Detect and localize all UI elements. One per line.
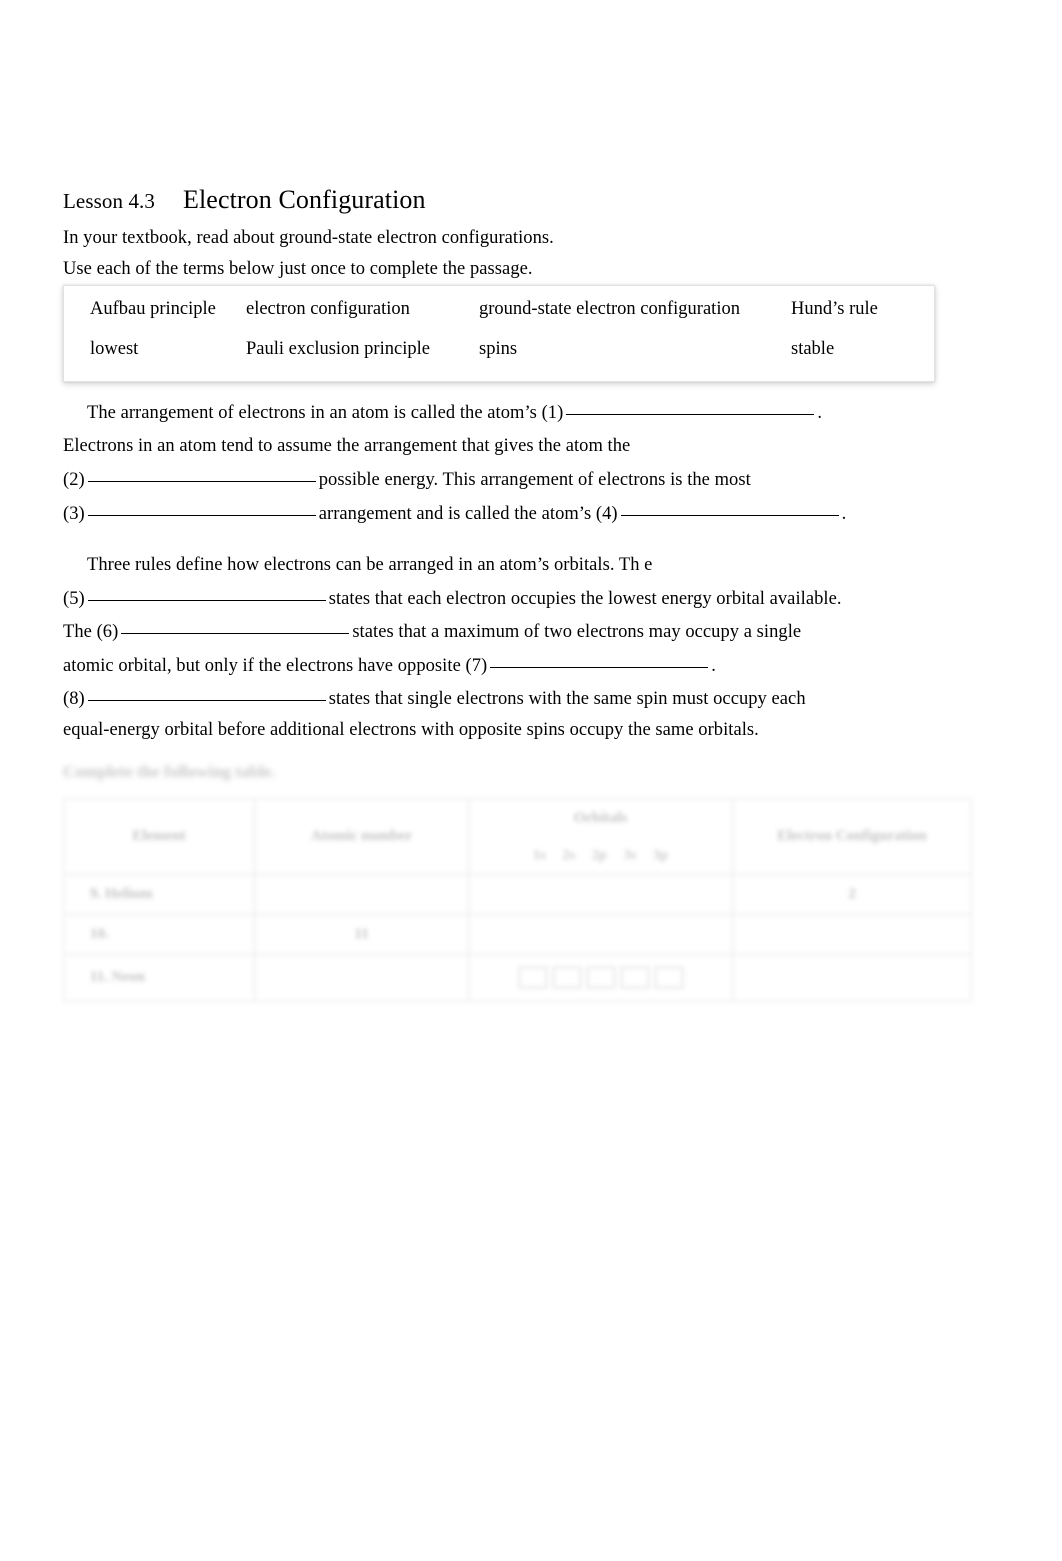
word-bank-row: Aufbau principle electron configuration … xyxy=(64,299,934,339)
passage-line: (8) states that single electrons with the… xyxy=(63,689,806,710)
word-bank-term: stable xyxy=(791,339,835,359)
table-row: 11. Neon xyxy=(63,953,972,1003)
passage-text: equal-energy orbital before additional e… xyxy=(63,720,759,740)
lesson-title: Electron Configuration xyxy=(183,185,426,214)
cell-configuration[interactable]: 2 xyxy=(732,874,972,915)
orbital-box[interactable] xyxy=(586,967,615,989)
passage-text: Electrons in an atom tend to assume the … xyxy=(63,436,631,456)
orbital-box[interactable] xyxy=(552,967,581,989)
passage-text: atomic orbital, but only if the electron… xyxy=(63,656,488,676)
passage-text: (8) xyxy=(63,689,85,709)
page-title: Lesson 4.3 Electron Configuration xyxy=(63,185,426,215)
cell-orbitals[interactable] xyxy=(468,953,733,1003)
lesson-label: Lesson 4.3 xyxy=(63,189,155,213)
passage-text: . xyxy=(711,656,716,676)
answer-blank-4[interactable] xyxy=(620,515,839,516)
orbital-label: 3s xyxy=(623,847,637,863)
header-atomic-number: Atomic number xyxy=(254,797,469,876)
passage-text: The (6) xyxy=(63,622,119,642)
answer-blank-3[interactable] xyxy=(87,515,316,516)
passage-text: (5) xyxy=(63,589,85,609)
word-bank-row: lowest Pauli exclusion principle spins s… xyxy=(64,339,934,379)
passage-line: The arrangement of electrons in an atom … xyxy=(63,403,822,424)
passage-line: Electrons in an atom tend to assume the … xyxy=(63,436,630,457)
orbital-label: 3p xyxy=(653,847,668,863)
cell-configuration[interactable] xyxy=(732,914,972,955)
passage-text: (2) xyxy=(63,470,85,490)
answer-blank-2[interactable] xyxy=(87,481,316,482)
passage-text: possible energy. This arrangement of ele… xyxy=(318,470,751,490)
cell-atomic-number[interactable] xyxy=(254,874,469,915)
passage-text: states that each electron occupies the l… xyxy=(328,589,842,609)
orbital-label: 2p xyxy=(591,847,607,863)
cell-configuration[interactable] xyxy=(732,953,972,1003)
table-header-row: Element Atomic number Orbitals Electron … xyxy=(63,797,972,876)
word-bank-term: electron configuration xyxy=(246,299,410,319)
table-section-heading: Complete the following table. xyxy=(63,762,276,781)
passage-line: Three rules define how electrons can be … xyxy=(63,555,652,576)
header-electron-configuration: Electron Configuration xyxy=(732,797,972,876)
table-row: 9. Helium 2 xyxy=(63,874,972,915)
header-orbitals: Orbitals xyxy=(468,798,733,838)
passage-line: (5) states that each electron occupies th… xyxy=(63,589,842,610)
passage-text: (3) xyxy=(63,504,85,524)
answer-blank-1[interactable] xyxy=(566,414,815,415)
word-bank-term: spins xyxy=(479,339,518,359)
orbital-box[interactable] xyxy=(518,967,547,989)
cell-atomic-number[interactable] xyxy=(254,953,469,1003)
header-element: Element xyxy=(63,797,255,876)
word-bank-term: Pauli exclusion principle xyxy=(246,339,430,359)
orbital-box[interactable] xyxy=(620,967,649,989)
word-bank-term: Hund’s rule xyxy=(791,299,878,319)
cell-element[interactable]: 9. Helium xyxy=(63,874,255,915)
orbital-box[interactable] xyxy=(654,967,683,989)
word-bank-box: Aufbau principle electron configuration … xyxy=(63,285,935,382)
answer-blank-6[interactable] xyxy=(121,633,350,634)
passage-text: The arrangement of electrons in an atom … xyxy=(87,403,564,423)
orbital-label: 1s xyxy=(533,847,546,863)
passage-text: arrangement and is called the atom’s (4) xyxy=(318,504,618,524)
table-row: 10. 11 xyxy=(63,914,972,955)
passage-line: The (6) states that a maximum of two elec… xyxy=(63,622,801,643)
passage-line: atomic orbital, but only if the electron… xyxy=(63,656,716,677)
passage-text: states that a maximum of two electrons m… xyxy=(352,622,802,642)
passage-line: equal-energy orbital before additional e… xyxy=(63,720,759,741)
cell-atomic-number[interactable]: 11 xyxy=(254,914,469,955)
passage-text: . xyxy=(817,403,823,423)
cell-orbitals[interactable] xyxy=(468,914,733,955)
answer-blank-7[interactable] xyxy=(490,667,709,668)
word-bank-term: lowest xyxy=(90,339,139,359)
answer-blank-5[interactable] xyxy=(87,600,326,601)
passage-text: states that single electrons with the sa… xyxy=(328,689,806,709)
intro-line-2: Use each of the terms below just once to… xyxy=(63,259,533,279)
cell-element[interactable]: 11. Neon xyxy=(63,953,255,1003)
passage-text: Three rules define how electrons can be … xyxy=(87,555,653,575)
cell-orbitals[interactable] xyxy=(468,874,733,915)
intro-line-1: In your textbook, read about ground-stat… xyxy=(63,228,554,248)
word-bank-term: Aufbau principle xyxy=(90,299,216,319)
electron-configuration-table: Element Atomic number Orbitals Electron … xyxy=(63,797,972,1003)
word-bank-term: ground-state electron configuration xyxy=(479,299,740,319)
orbital-sublabels: 1s 2s 2p 3s 3p xyxy=(468,837,733,876)
passage-text: . xyxy=(841,504,847,524)
answer-blank-8[interactable] xyxy=(87,700,326,701)
worksheet-page: Lesson 4.3 Electron Configuration In you… xyxy=(0,0,1062,1561)
passage-line: (3) arrangement and is called the atom’s … xyxy=(63,504,846,525)
passage-line: (2) possible energy. This arrangement of … xyxy=(63,470,751,491)
orbital-label: 2s xyxy=(562,847,575,863)
cell-element[interactable]: 10. xyxy=(63,914,255,955)
